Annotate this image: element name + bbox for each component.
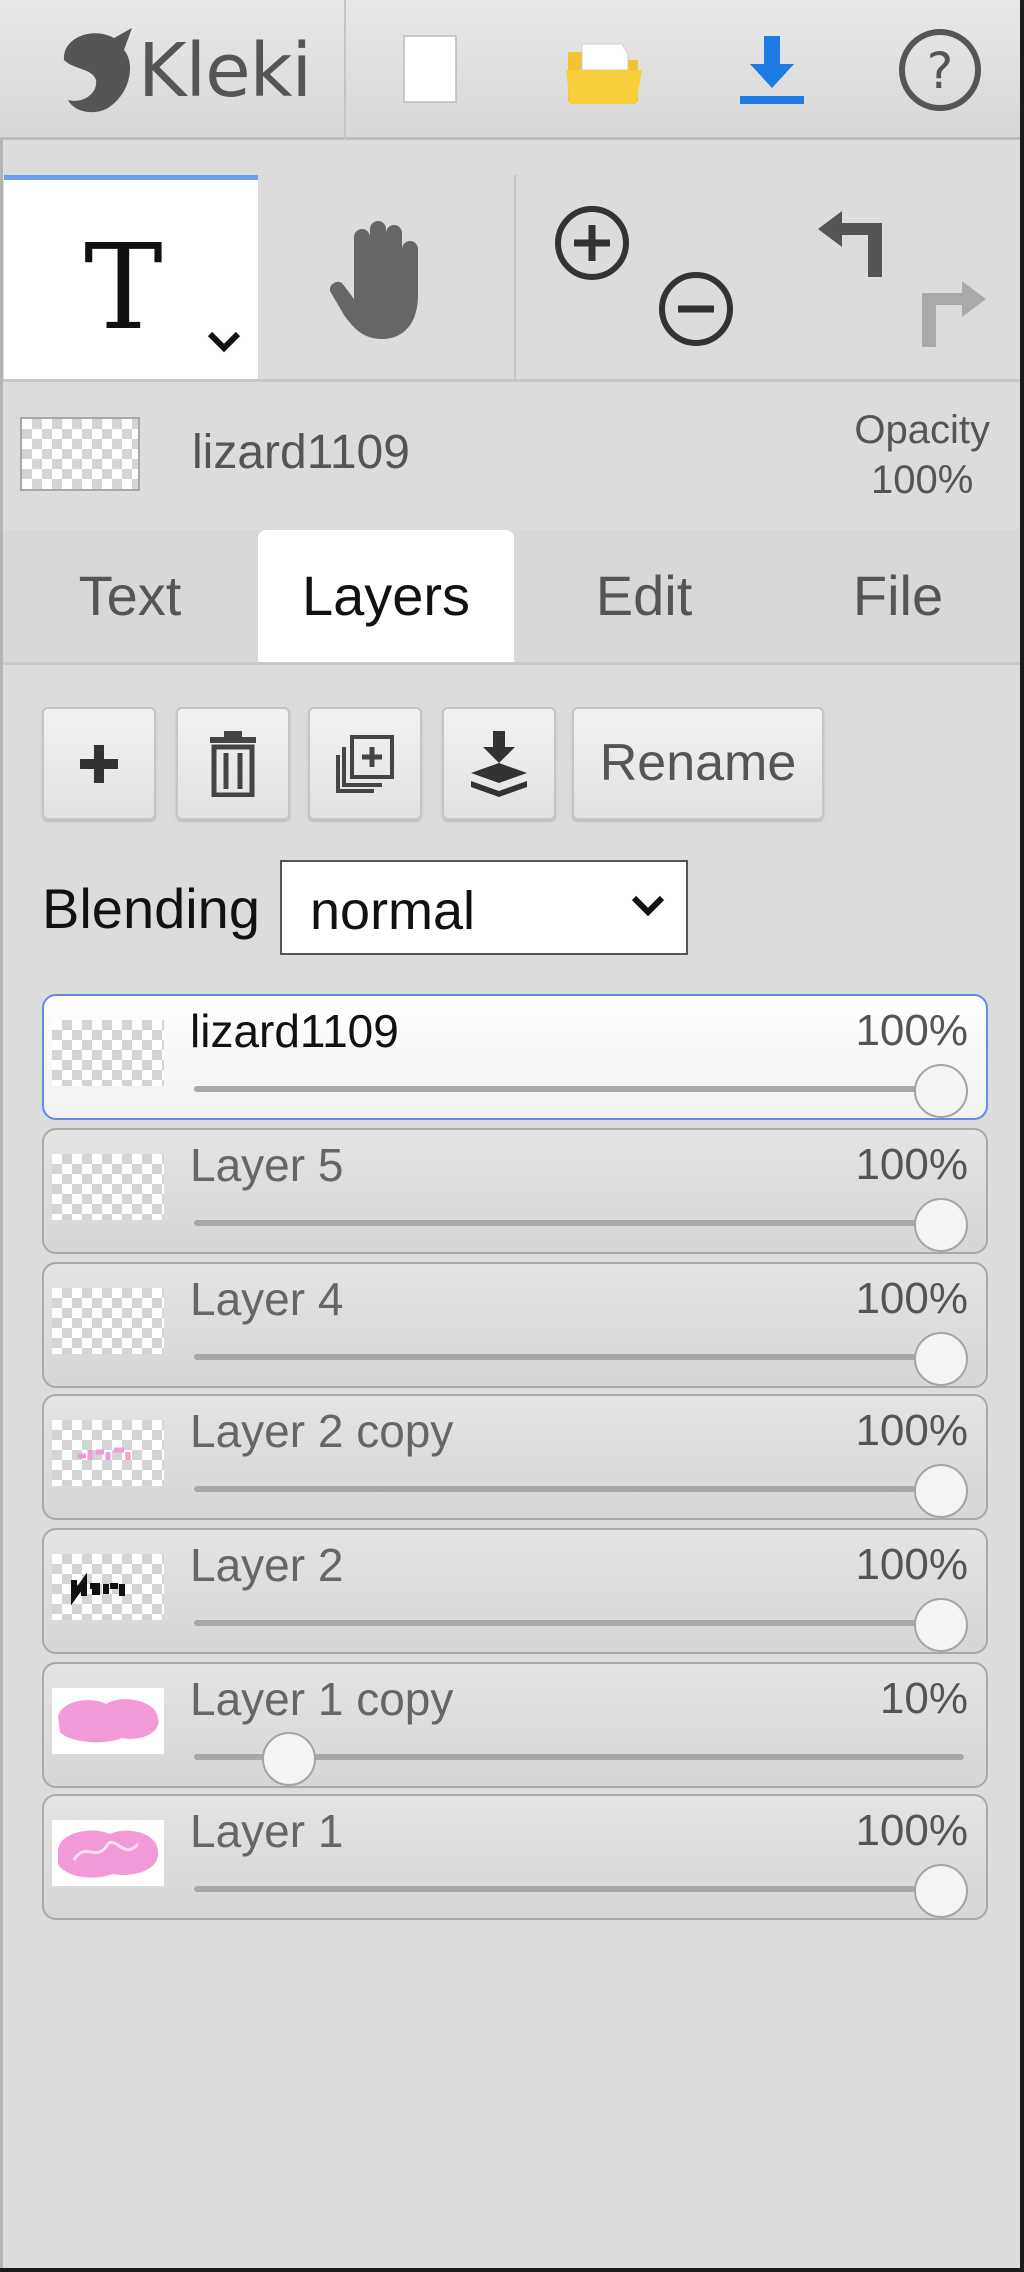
text-tool[interactable]: T <box>4 175 258 379</box>
layer-item[interactable]: Layer 2 100% <box>42 1528 988 1654</box>
opacity-value: 100% <box>871 458 974 502</box>
current-layer-info: lizard1109 Opacity 100% <box>0 385 1024 515</box>
layer-thumbnail <box>52 1420 164 1486</box>
opacity-slider-track[interactable] <box>194 1220 964 1226</box>
kleki-logo[interactable]: Kleki <box>0 0 346 140</box>
tab-file[interactable]: File <box>770 530 1024 662</box>
black-text-thumbnail <box>71 1572 125 1606</box>
duplicate-layer-button[interactable] <box>308 707 422 820</box>
merge-down-icon <box>471 730 527 797</box>
layer-name: Layer 5 <box>190 1139 344 1191</box>
layer-name: Layer 4 <box>190 1273 344 1325</box>
layer-thumbnail <box>52 1288 164 1354</box>
current-layer-name: lizard1109 <box>192 426 410 479</box>
pink-text-thumbnail <box>78 1447 131 1460</box>
layer-item[interactable]: Layer 5 100% <box>42 1128 988 1254</box>
layer-item[interactable]: Layer 4 100% <box>42 1262 988 1388</box>
trash-icon <box>210 730 256 797</box>
opacity-label: Opacity <box>854 408 990 452</box>
blending-value: normal <box>310 881 476 941</box>
new-file-icon[interactable] <box>380 24 476 120</box>
opacity-slider-knob[interactable] <box>914 1864 968 1918</box>
layer-name: lizard1109 <box>190 1005 399 1057</box>
zoom-out-icon[interactable] <box>656 269 736 349</box>
hand-icon <box>329 221 418 339</box>
tab-layers[interactable]: Layers <box>258 530 514 662</box>
current-layer-thumbnail <box>20 417 140 491</box>
pink-cloud-thumbnail <box>58 1699 159 1743</box>
opacity-slider-knob[interactable] <box>262 1732 317 1786</box>
opacity-slider-track[interactable] <box>194 1086 964 1092</box>
duplicate-icon <box>336 734 394 793</box>
top-bar: Kleki ? <box>0 0 1024 140</box>
zoom-in-icon[interactable] <box>552 203 632 283</box>
text-tool-icon: T <box>84 218 163 356</box>
opacity-slider-track[interactable] <box>194 1486 964 1492</box>
layer-opacity: 10% <box>879 1674 968 1723</box>
redo-icon[interactable] <box>910 275 992 353</box>
kleki-logo-icon <box>63 28 132 113</box>
svg-text:?: ? <box>927 42 954 100</box>
window-right-edge <box>1020 0 1024 2272</box>
layer-name: Layer 2 <box>190 1539 344 1591</box>
layer-thumbnail <box>52 1020 164 1086</box>
panel-tabs: Text Layers Edit File <box>0 530 1024 665</box>
layer-opacity: 100% <box>855 1540 968 1589</box>
opacity-slider-knob[interactable] <box>914 1464 968 1518</box>
merge-down-button[interactable] <box>442 707 556 820</box>
opacity-slider-track[interactable] <box>194 1886 964 1892</box>
plus-icon <box>80 744 118 783</box>
layer-item[interactable]: lizard1109 100% <box>42 994 988 1120</box>
blending-select[interactable]: normal <box>280 860 688 955</box>
add-layer-button[interactable] <box>42 707 156 820</box>
blending-label: Blending <box>42 877 260 940</box>
opacity-slider-knob[interactable] <box>914 1598 968 1652</box>
hand-tool[interactable] <box>258 175 514 379</box>
layer-thumbnail <box>52 1820 164 1886</box>
layer-thumbnail <box>52 1554 164 1620</box>
layer-opacity: 100% <box>855 1006 968 1055</box>
pink-scribble-thumbnail <box>58 1830 159 1878</box>
app-name: Kleki <box>138 28 312 114</box>
chevron-down-icon <box>631 895 665 917</box>
current-layer-opacity[interactable]: Opacity 100% <box>854 405 990 505</box>
layer-name: Layer 1 copy <box>190 1673 454 1725</box>
window-bottom-edge <box>0 2268 1024 2272</box>
tool-bar: T <box>0 175 1024 382</box>
layer-name: Layer 1 <box>190 1805 344 1857</box>
opacity-slider-knob[interactable] <box>914 1064 968 1118</box>
tab-text[interactable]: Text <box>2 530 258 662</box>
panel-left-border <box>0 140 3 2272</box>
layer-name: Layer 2 copy <box>190 1405 454 1457</box>
opacity-slider-track[interactable] <box>194 1620 964 1626</box>
layer-opacity: 100% <box>855 1406 968 1455</box>
open-folder-icon[interactable] <box>556 24 652 120</box>
layer-opacity: 100% <box>855 1140 968 1189</box>
toolbar-divider <box>514 175 516 379</box>
layer-opacity: 100% <box>855 1274 968 1323</box>
delete-layer-button[interactable] <box>176 707 290 820</box>
rename-layer-button[interactable]: Rename <box>572 707 824 820</box>
opacity-slider-knob[interactable] <box>914 1198 968 1252</box>
layer-item[interactable]: Layer 1 100% <box>42 1794 988 1920</box>
undo-icon[interactable] <box>812 205 894 283</box>
help-icon[interactable]: ? <box>892 24 988 120</box>
layer-opacity: 100% <box>855 1806 968 1855</box>
tab-edit[interactable]: Edit <box>516 530 772 662</box>
layer-item[interactable]: Layer 1 copy 10% <box>42 1662 988 1788</box>
layer-thumbnail <box>52 1688 164 1754</box>
chevron-down-icon[interactable] <box>204 328 244 356</box>
opacity-slider-track[interactable] <box>194 1354 964 1360</box>
layer-item[interactable]: Layer 2 copy 100% <box>42 1394 988 1520</box>
download-icon[interactable] <box>724 24 820 120</box>
layer-thumbnail <box>52 1154 164 1220</box>
opacity-slider-knob[interactable] <box>914 1332 968 1386</box>
